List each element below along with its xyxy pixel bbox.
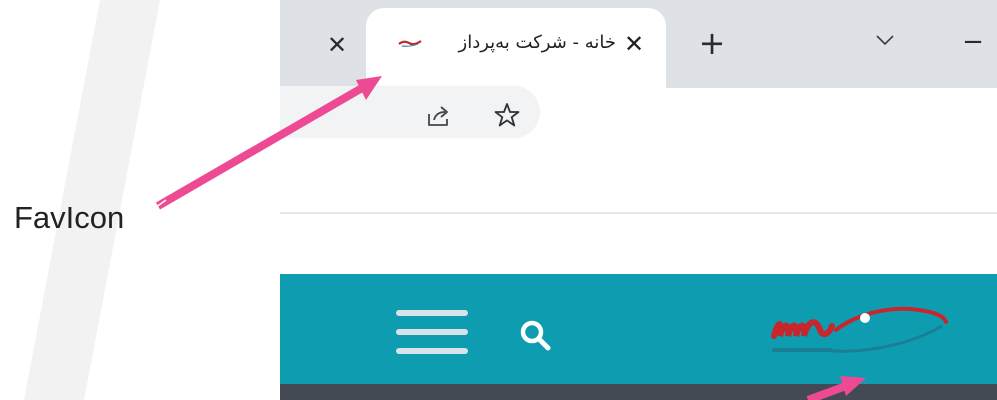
star-icon[interactable] (494, 102, 520, 128)
favicon-annotation-label: FavIcon (14, 200, 125, 235)
search-icon[interactable] (516, 316, 556, 356)
hamburger-menu-icon[interactable] (396, 310, 468, 356)
previous-tab-close-button[interactable]: ✕ (322, 30, 352, 60)
minimize-button[interactable]: − (958, 27, 988, 57)
chevron-down-icon[interactable] (870, 28, 900, 52)
page-top-area (280, 214, 997, 274)
new-tab-button[interactable]: + (695, 24, 729, 62)
site-nav-bar (280, 384, 997, 400)
share-icon[interactable] (426, 104, 452, 128)
site-favicon-icon (398, 40, 422, 47)
tab-close-button[interactable]: ✕ (620, 30, 648, 58)
site-logo (771, 306, 948, 353)
tab-title: خانه - شرکت به‌پرداز (458, 32, 617, 53)
